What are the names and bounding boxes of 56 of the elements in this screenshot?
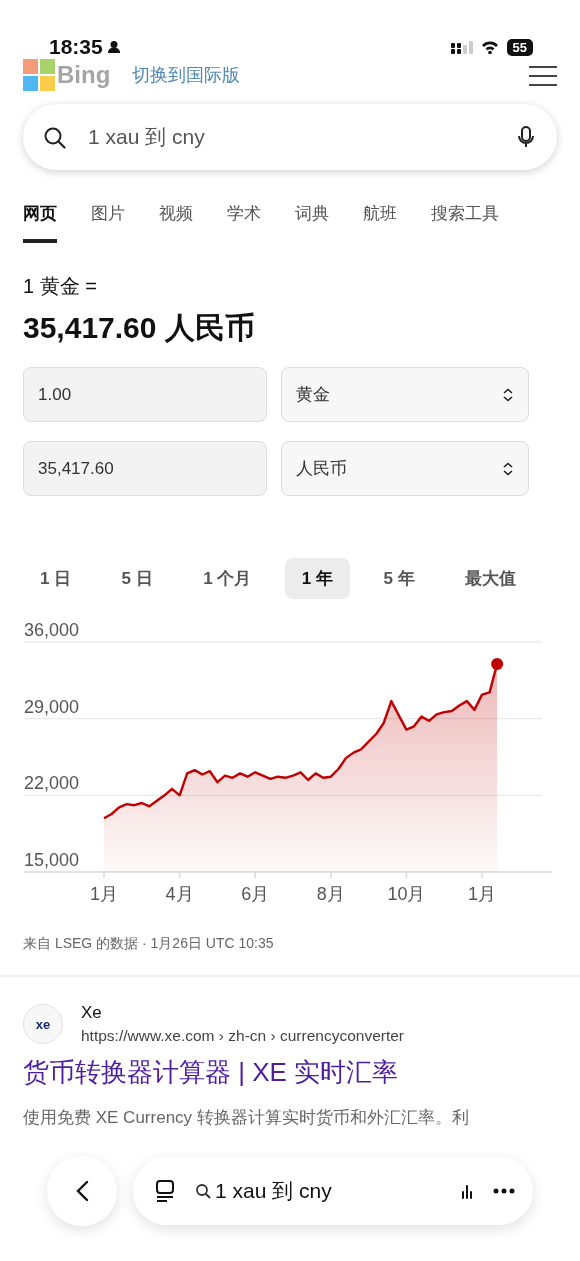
person-icon — [106, 40, 121, 54]
amount-field[interactable]: 35,417.60 — [23, 441, 267, 496]
tab[interactable]: 图片 — [91, 194, 125, 243]
y-axis-label: 36,000 — [24, 620, 80, 640]
windows-logo-icon — [23, 59, 55, 91]
range-tab[interactable]: 5 日 — [104, 558, 170, 599]
battery-level: 55 — [506, 38, 533, 56]
tabs-icon[interactable] — [155, 1180, 175, 1202]
data-source-note: 来自 LSEG 的数据 · 1月26日 UTC 10:35 — [23, 935, 275, 953]
search-field[interactable]: 1 xau 到 cny — [23, 104, 557, 170]
site-name: Xe — [81, 1003, 103, 1023]
x-axis-label: 10月 — [387, 884, 426, 904]
search-icon — [195, 1183, 211, 1199]
menu-icon[interactable] — [529, 64, 557, 86]
currency-select[interactable]: 人民币 — [281, 441, 529, 496]
voice-icon[interactable] — [461, 1182, 473, 1200]
range-tab[interactable]: 1 日 — [23, 558, 89, 599]
conversion-result: 35,417.60 人民币 — [23, 310, 256, 346]
clock-time: 18:35 — [49, 35, 103, 59]
range-tab[interactable]: 1 年 — [284, 558, 350, 599]
tab[interactable]: 学术 — [227, 194, 261, 243]
y-axis-label: 15,000 — [24, 850, 80, 870]
tab[interactable]: 网页 — [23, 194, 57, 243]
result-snippet: 使用免费 XE Currency 转换器计算实时货币和外汇汇率。利 — [23, 1107, 470, 1129]
more-icon[interactable] — [493, 1188, 515, 1194]
conversion-caption: 1 黄金 = — [23, 274, 98, 299]
tab[interactable]: 视频 — [159, 194, 193, 243]
sort-icon — [502, 461, 514, 476]
signal-icon — [450, 40, 473, 54]
address-bar[interactable]: 1 xau 到 cny — [133, 1157, 533, 1225]
search-icon — [43, 125, 66, 149]
y-axis-label: 22,000 — [24, 773, 80, 794]
address-query[interactable]: 1 xau 到 cny — [195, 1177, 441, 1205]
y-axis-label: 29,000 — [24, 696, 80, 717]
x-axis-label: 1月 — [468, 884, 496, 904]
current-point — [491, 657, 504, 670]
tab[interactable]: 航班 — [363, 194, 397, 243]
logo-text: Bing — [57, 61, 111, 89]
range-tab[interactable]: 5 年 — [366, 558, 432, 599]
tab[interactable]: 搜索工具 — [431, 194, 499, 243]
amount-field[interactable]: 1.00 — [23, 367, 267, 422]
x-axis-label: 8月 — [316, 884, 345, 904]
wifi-icon — [480, 40, 499, 54]
switch-link[interactable]: 切换到国际版 — [132, 63, 241, 87]
range-tab[interactable]: 最大值 — [447, 558, 533, 599]
currency-select[interactable]: 黄金 — [281, 367, 529, 422]
tab[interactable]: 词典 — [295, 194, 329, 243]
result-title-link[interactable]: 货币转换器计算器 | XE 实时汇率 — [23, 1055, 557, 1090]
sort-icon — [502, 387, 514, 402]
x-axis-label: 6月 — [241, 884, 270, 904]
x-axis-label: 4月 — [165, 884, 194, 904]
microphone-icon[interactable] — [517, 126, 535, 148]
site-logo: xe — [23, 1004, 63, 1044]
result-url: https://www.xe.com › zh-cn › currencyconverter — [81, 1027, 404, 1045]
range-tab[interactable]: 1 个月 — [186, 558, 269, 599]
x-axis-label: 1月 — [90, 884, 118, 904]
